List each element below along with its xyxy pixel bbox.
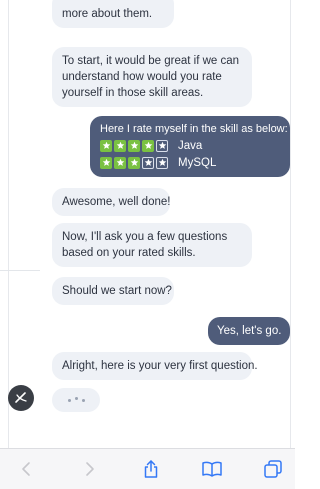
- message-text: Yes, let's go.: [217, 325, 282, 337]
- message-text: more about them.: [62, 8, 153, 20]
- bot-avatar-icon: [15, 392, 27, 403]
- star-filled-icon: [114, 139, 126, 152]
- message-text: Now, I'll ask you a few questions: [62, 231, 228, 243]
- bot-message: To start, it would be great if we can un…: [52, 47, 252, 107]
- bot-message: more about them.: [52, 0, 174, 28]
- star-rating: [100, 156, 170, 169]
- message-text: Should we start now?: [62, 285, 172, 297]
- rating-row-mysql: MySQL: [100, 154, 280, 171]
- typing-dot: [74, 396, 78, 400]
- message-text: Alright, here is your very first questio…: [62, 360, 258, 372]
- star-filled-icon: [114, 156, 126, 169]
- bot-message: Alright, here is your very first questio…: [52, 352, 258, 380]
- bot-avatar: [8, 385, 34, 411]
- share-icon: [144, 460, 158, 478]
- star-filled-icon: [128, 139, 140, 152]
- star-empty-icon: [142, 156, 154, 169]
- bot-message: Should we start now?: [52, 277, 174, 305]
- message-text: Here I rate myself in the skill as below…: [100, 123, 288, 135]
- star-filled-icon: [142, 139, 154, 152]
- browser-toolbar: [0, 448, 295, 489]
- star-filled-icon: [100, 156, 112, 169]
- user-message-rating: Here I rate myself in the skill as below…: [90, 116, 290, 177]
- frame-border-right: [290, 0, 291, 449]
- rating-row-java: Java: [100, 137, 280, 154]
- typing-dot: [81, 398, 85, 402]
- user-message: Yes, let's go.: [208, 317, 290, 345]
- typing-indicator: [52, 388, 100, 412]
- message-text: Awesome, well done!: [62, 196, 171, 208]
- star-empty-icon: [156, 156, 168, 169]
- message-text: To start, it would be great if we can: [62, 55, 240, 67]
- message-text: understand how would you rate: [62, 71, 222, 83]
- tabs-icon: [264, 460, 282, 478]
- skill-label: Java: [178, 139, 203, 152]
- star-rating: [100, 139, 170, 152]
- back-icon: [22, 462, 30, 476]
- tabs-button[interactable]: [262, 458, 284, 480]
- star-filled-icon: [128, 156, 140, 169]
- chat-screen: more about them. To start, it would be g…: [0, 0, 295, 489]
- back-button[interactable]: [15, 458, 37, 480]
- bookmarks-icon: [202, 461, 222, 477]
- divider: [0, 270, 40, 271]
- bot-message: Now, I'll ask you a few questions based …: [52, 223, 252, 267]
- message-text: based on your rated skills.: [62, 247, 196, 259]
- forward-icon: [86, 462, 94, 476]
- typing-dot: [67, 398, 71, 402]
- forward-button[interactable]: [79, 458, 101, 480]
- message-text: yourself in those skill areas.: [62, 87, 204, 99]
- star-empty-icon: [156, 139, 168, 152]
- skill-label: MySQL: [178, 156, 217, 169]
- bookmarks-button[interactable]: [201, 458, 223, 480]
- frame-border-left: [8, 0, 9, 449]
- star-filled-icon: [100, 139, 112, 152]
- share-button[interactable]: [140, 458, 162, 480]
- bot-message: Awesome, well done!: [52, 188, 170, 216]
